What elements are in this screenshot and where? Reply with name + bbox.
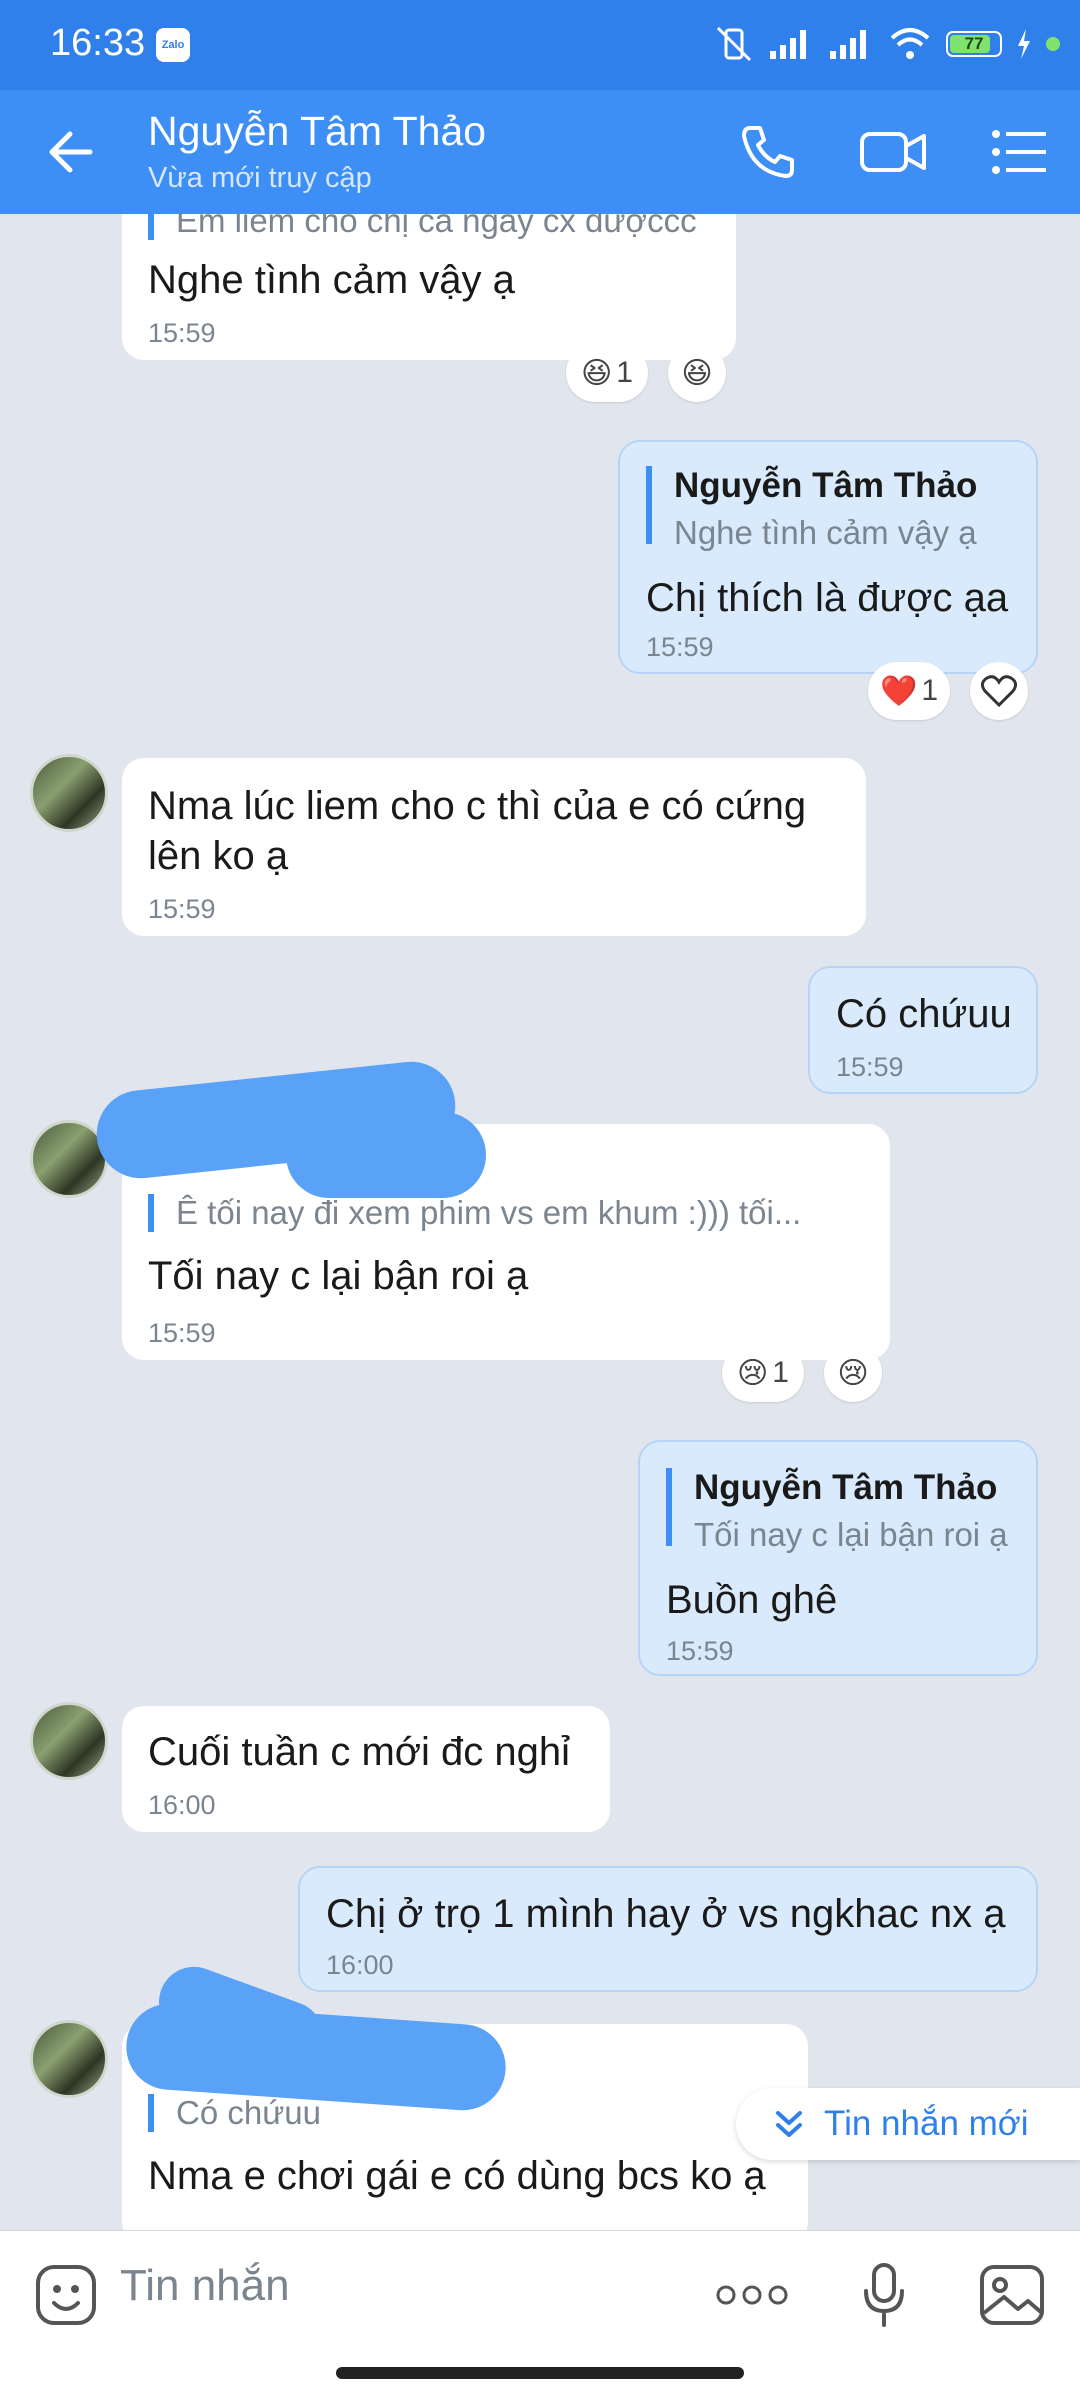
phone-call-icon[interactable]: [736, 120, 800, 184]
message-text: Tối nay c lại bận roi ạ: [148, 1254, 529, 1298]
message-text: lên ko ạ: [148, 834, 289, 878]
double-chevron-down-icon: [776, 2111, 802, 2137]
reaction-summary[interactable]: 😆 1: [566, 344, 648, 402]
message-bubble-incoming[interactable]: Nma lúc liem cho c thì của e có cứng lên…: [122, 758, 866, 936]
message-bubble-outgoing[interactable]: Nguyễn Tâm Thảo Nghe tình cảm vậy ạ Chị …: [618, 440, 1038, 674]
message-text: Có chứuu: [836, 992, 1012, 1036]
message-text: Cuối tuần c mới đc nghỉ: [148, 1730, 570, 1774]
reaction-emoji: 😆: [581, 356, 613, 390]
video-call-icon[interactable]: [858, 120, 930, 184]
message-time: 15:59: [148, 894, 216, 924]
quoted-message[interactable]: Nguyễn Tâm Thảo Nghe tình cảm vậy ạ: [646, 466, 977, 551]
message-time: 15:59: [836, 1052, 904, 1082]
message-time: 15:59: [148, 1318, 216, 1348]
message-text: Nghe tình cảm vậy ạ: [148, 258, 515, 302]
quoted-message[interactable]: Nguyễn Tâm Thảo Tối nay c lại bận roi ạ: [666, 1468, 1008, 1553]
chat-area[interactable]: Em liếm cho chị cả ngày cx đượccc Nghe t…: [0, 214, 1080, 2230]
contact-status: Vừa mới truy cập: [148, 162, 372, 194]
message-time: 16:00: [326, 1950, 394, 1980]
reaction-summary[interactable]: 😢 1: [722, 1344, 804, 1402]
new-messages-button[interactable]: Tin nhắn mới: [736, 2088, 1080, 2160]
redaction-scribble: [286, 1112, 486, 1198]
quoted-message[interactable]: Em liếm cho chị cả ngày cx đượccc: [148, 214, 697, 240]
wifi-icon: [890, 28, 930, 59]
quoted-message[interactable]: Có chứuu: [148, 2094, 321, 2132]
mute-vibrate-icon: [716, 26, 752, 62]
reaction-summary[interactable]: ❤️ 1: [868, 662, 950, 720]
message-bubble-incoming[interactable]: Cuối tuần c mới đc nghỉ 16:00: [122, 1706, 610, 1832]
message-bubble-incoming[interactable]: Em liếm cho chị cả ngày cx đượccc Nghe t…: [122, 214, 736, 360]
signal-2-icon: [830, 30, 866, 59]
menu-list-icon[interactable]: [990, 120, 1050, 184]
battery-icon: 77: [946, 31, 1002, 57]
signal-icon: [770, 30, 806, 59]
add-reaction-button[interactable]: [970, 662, 1028, 720]
message-time: 16:00: [148, 1790, 216, 1820]
new-messages-label: Tin nhắn mới: [824, 2104, 1029, 2143]
message-time: 15:59: [646, 632, 714, 662]
reaction-emoji: 😢: [737, 1356, 769, 1390]
add-reaction-button[interactable]: 😆: [668, 344, 726, 402]
message-text: Nma lúc liem cho c thì của e có cứng: [148, 784, 807, 828]
message-input[interactable]: Tin nhắn: [120, 2261, 290, 2311]
avatar[interactable]: [30, 2020, 108, 2098]
charging-icon: [1018, 29, 1030, 59]
reaction-emoji: ❤️: [879, 674, 918, 708]
status-bar: 16:33 Zalo 77: [0, 0, 1080, 90]
message-text: Chị thích là được ạa: [646, 576, 1009, 620]
message-time: 15:59: [148, 318, 216, 348]
avatar[interactable]: [30, 754, 108, 832]
chat-header: Nguyễn Tâm Thảo Vừa mới truy cập: [0, 90, 1080, 214]
message-text: Chị ở trọ 1 mình hay ở vs ngkhac nx ạ: [326, 1892, 1006, 1936]
microphone-icon[interactable]: [860, 2261, 908, 2329]
message-text: Buồn ghê: [666, 1578, 838, 1622]
message-input-bar: Tin nhắn: [0, 2230, 1080, 2401]
message-bubble-outgoing[interactable]: Chị ở trọ 1 mình hay ở vs ngkhac nx ạ 16…: [298, 1866, 1038, 1992]
message-bubble-outgoing[interactable]: Có chứuu 15:59: [808, 966, 1038, 1094]
clock: 16:33: [50, 22, 146, 64]
heart-outline-icon: [981, 675, 1017, 707]
image-gallery-icon[interactable]: [978, 2263, 1046, 2327]
status-dot: [1046, 37, 1060, 51]
contact-name[interactable]: Nguyễn Tâm Thảo: [148, 108, 486, 155]
quoted-message[interactable]: Ê tối nay đi xem phim vs em khum :))) tố…: [148, 1194, 801, 1232]
zalo-notification-icon: Zalo: [156, 28, 190, 62]
message-bubble-outgoing[interactable]: Nguyễn Tâm Thảo Tối nay c lại bận roi ạ …: [638, 1440, 1038, 1676]
message-time: 15:59: [666, 1636, 734, 1666]
sticker-emoji-icon[interactable]: [34, 2263, 98, 2327]
back-arrow-icon[interactable]: [40, 120, 104, 184]
add-reaction-button[interactable]: 😢: [824, 1344, 882, 1402]
avatar[interactable]: [30, 1702, 108, 1780]
message-text: Nma e chơi gái e có dùng bcs ko ạ: [148, 2154, 766, 2198]
home-indicator[interactable]: [336, 2367, 744, 2379]
more-options-icon[interactable]: [716, 2279, 788, 2311]
